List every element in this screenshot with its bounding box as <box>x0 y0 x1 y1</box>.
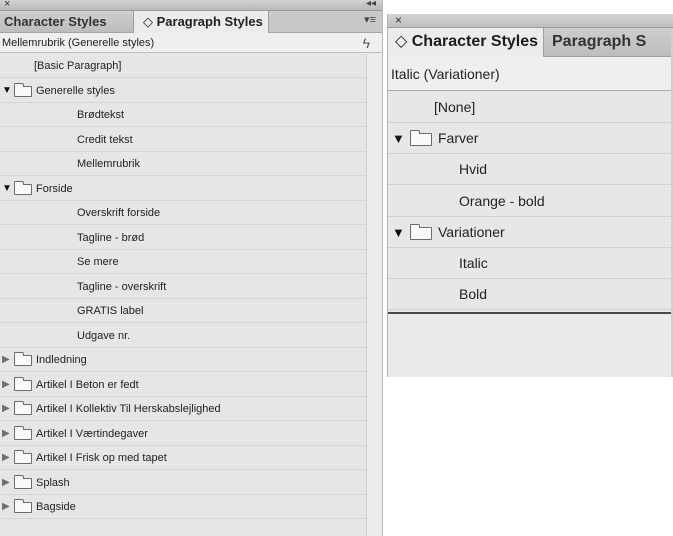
current-style-label: Mellemrubrik (Generelle styles) ϟ <box>0 33 382 53</box>
panel-titlebar[interactable]: × <box>388 14 673 28</box>
current-style-label: Italic (Variationer) <box>388 57 673 91</box>
style-group-forside[interactable]: ▼ Forside <box>0 177 366 201</box>
folder-icon <box>14 401 32 415</box>
panel-tab-bar: Character Styles ◇ Paragraph Styles ▾≡ <box>0 11 382 33</box>
tab-character-styles[interactable]: ◇ Character Styles <box>388 28 544 57</box>
style-group-bagside[interactable]: ▶ Bagside <box>0 495 366 519</box>
style-label: Udgave nr. <box>77 329 131 342</box>
style-label: [None] <box>434 99 476 115</box>
scrollbar[interactable] <box>366 54 382 536</box>
style-item-hvid[interactable]: Hvid <box>388 154 673 186</box>
style-label: Hvid <box>459 161 488 178</box>
folder-icon <box>14 376 32 391</box>
close-icon[interactable]: × <box>4 0 10 11</box>
style-label: Bold <box>459 286 488 303</box>
panel-menu-icon[interactable]: ▾≡ <box>364 13 376 26</box>
panel-titlebar[interactable]: × ◂◂ <box>0 0 382 11</box>
character-style-list: [None] ▼ Farver Hvid Orange - bold ▼ Variation… <box>388 92 673 312</box>
folder-icon <box>14 450 32 464</box>
disclosure-expanded-icon[interactable]: ▼ <box>392 123 405 154</box>
style-item-italic[interactable]: Italic <box>388 248 673 279</box>
tab-character-styles[interactable]: Character Styles <box>0 11 134 32</box>
disclosure-collapsed-icon[interactable]: ▶ <box>2 422 10 446</box>
style-item-credit-tekst[interactable]: Credit tekst <box>0 128 366 152</box>
style-item-tagline-brød[interactable]: Tagline - brød <box>0 226 366 250</box>
style-label: Orange - bold <box>459 192 545 209</box>
style-label: Variationer <box>438 223 505 240</box>
style-group-artikel-i-beton-er-fedt[interactable]: ▶ Artikel I Beton er fedt <box>0 373 366 397</box>
style-label: Italic <box>459 255 488 271</box>
style-group-farver[interactable]: ▼ Farver <box>388 123 673 155</box>
style-label: Farver <box>438 130 479 147</box>
style-group-artikel-i-værtindegaver[interactable]: ▶ Artikel I Værtindegaver <box>0 422 366 446</box>
paragraph-styles-panel: × ◂◂ Character Styles ◇ Paragraph Styles… <box>0 0 383 536</box>
disclosure-expanded-icon[interactable]: ▼ <box>2 177 12 201</box>
style-label: Tagline - overskrift <box>77 280 167 293</box>
style-item-bold[interactable]: Bold <box>388 279 673 311</box>
panel-footer <box>388 312 673 377</box>
style-label: Artikel I Værtindegaver <box>36 427 148 440</box>
style-label: Splash <box>36 476 70 489</box>
style-label: Forside <box>36 182 73 195</box>
disclosure-expanded-icon[interactable]: ▼ <box>2 79 12 103</box>
folder-icon <box>14 474 32 489</box>
disclosure-collapsed-icon[interactable]: ▶ <box>2 446 10 470</box>
panel-tab-bar: ◇ Character Styles Paragraph S <box>388 28 673 57</box>
tab-paragraph-styles[interactable]: Paragraph S <box>544 28 673 56</box>
style-label: Mellemrubrik <box>77 158 140 170</box>
style-item-gratis-label[interactable]: GRATIS label <box>0 299 366 323</box>
folder-icon <box>410 130 432 147</box>
disclosure-collapsed-icon[interactable]: ▶ <box>2 471 10 495</box>
folder-icon <box>14 352 32 366</box>
style-item-brødtekst[interactable]: Brødtekst <box>0 103 366 127</box>
folder-icon <box>410 223 432 240</box>
style-item-basic-paragraph[interactable]: [Basic Paragraph] <box>0 54 366 78</box>
style-label: Credit tekst <box>77 133 133 146</box>
current-style-text: Italic (Variationer) <box>391 66 500 82</box>
paragraph-style-list: [Basic Paragraph] ▼ Generelle styles Brødte… <box>0 54 366 536</box>
style-item-orange-bold[interactable]: Orange - bold <box>388 185 673 217</box>
style-group-indledning[interactable]: ▶ Indledning <box>0 348 366 372</box>
style-item-se-mere[interactable]: Se mere <box>0 250 366 274</box>
disclosure-expanded-icon[interactable]: ▼ <box>392 217 405 248</box>
disclosure-collapsed-icon[interactable]: ▶ <box>2 397 10 421</box>
style-item-tagline-overskrift[interactable]: Tagline - overskrift <box>0 275 366 299</box>
style-group-artikel-i-kollektiv-til-herskabslejlighed[interactable]: ▶ Artikel I Kollektiv Til Herskabslejligh… <box>0 397 366 421</box>
close-icon[interactable]: × <box>395 14 402 27</box>
current-style-text: Mellemrubrik (Generelle styles) <box>2 37 155 49</box>
style-group-generelle-styles[interactable]: ▼ Generelle styles <box>0 79 366 103</box>
style-label: Bagside <box>36 501 76 513</box>
folder-icon <box>14 499 32 513</box>
style-label: Artikel I Beton er fedt <box>36 378 139 391</box>
style-group-variationer[interactable]: ▼ Variationer <box>388 216 673 248</box>
style-label: Se mere <box>77 256 119 268</box>
style-item-overskrift-forside[interactable]: Overskrift forside <box>0 201 366 225</box>
character-styles-panel: × ◇ Character Styles Paragraph S Italic … <box>387 14 673 377</box>
collapse-panel-icon[interactable]: ◂◂ <box>366 0 376 11</box>
style-label: Brødtekst <box>77 109 125 121</box>
tab-paragraph-styles[interactable]: ◇ Paragraph Styles <box>134 11 269 33</box>
style-item-none[interactable]: [None] <box>388 92 673 123</box>
folder-icon <box>14 180 32 195</box>
style-label: Indledning <box>36 354 87 366</box>
style-item-mellemrubrik[interactable]: Mellemrubrik <box>0 152 366 176</box>
style-group-splash[interactable]: ▶ Splash <box>0 471 366 495</box>
style-label: Artikel I Kollektiv Til Herskabslejlighe… <box>36 403 221 415</box>
style-label: Tagline - brød <box>77 231 145 244</box>
style-group-artikel-i-frisk-op-med-tapet[interactable]: ▶ Artikel I Frisk op med tapet <box>0 446 366 470</box>
folder-icon <box>14 425 32 440</box>
quick-apply-icon[interactable]: ϟ <box>363 33 370 53</box>
style-label: Artikel I Frisk op med tapet <box>36 452 167 464</box>
disclosure-collapsed-icon[interactable]: ▶ <box>2 495 10 519</box>
disclosure-collapsed-icon[interactable]: ▶ <box>2 348 10 372</box>
disclosure-collapsed-icon[interactable]: ▶ <box>2 373 10 397</box>
folder-icon <box>14 82 32 97</box>
style-label: GRATIS label <box>77 305 144 317</box>
style-item-udgave-nr[interactable]: Udgave nr. <box>0 324 366 348</box>
style-label: Overskrift forside <box>77 207 161 219</box>
style-label: [Basic Paragraph] <box>34 60 122 72</box>
style-label: Generelle styles <box>36 84 115 97</box>
